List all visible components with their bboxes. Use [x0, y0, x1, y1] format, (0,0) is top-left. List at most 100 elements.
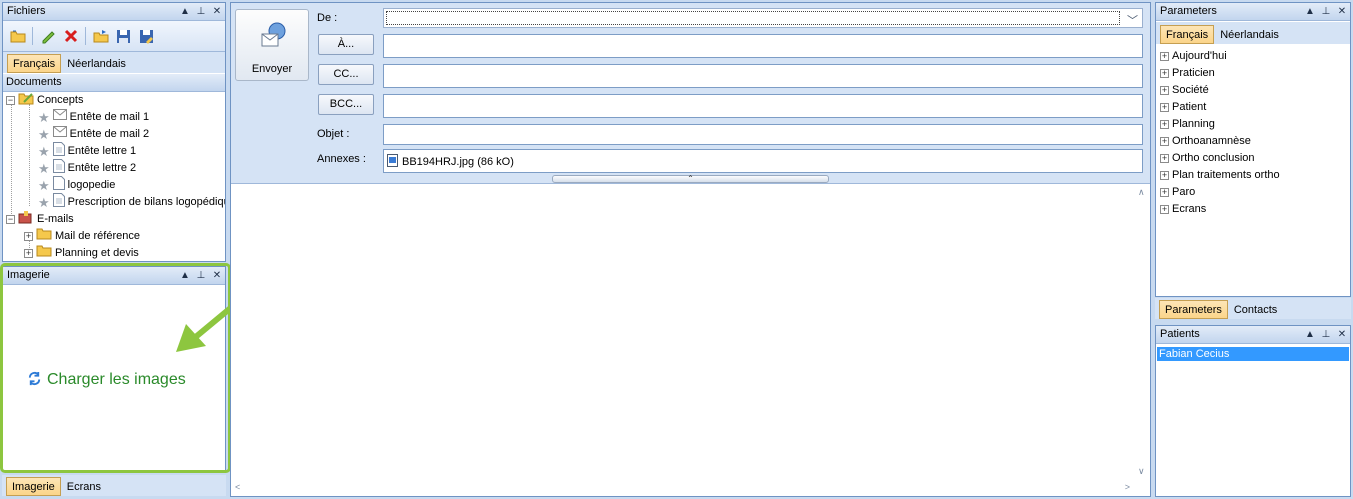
- bcc-button[interactable]: BCC...: [318, 94, 374, 115]
- expand-icon[interactable]: +: [1160, 171, 1169, 180]
- patient-name: Fabian Cecius: [1159, 348, 1230, 360]
- pin-icon[interactable]: ⊥: [196, 3, 206, 20]
- tab-ecrans[interactable]: Ecrans: [61, 477, 107, 496]
- param-node[interactable]: + Paro: [1160, 184, 1195, 201]
- expand-icon[interactable]: +: [1160, 137, 1169, 146]
- tree-label: Société: [1172, 84, 1209, 96]
- star-icon: ★: [38, 195, 50, 210]
- parameters-title: Parameters: [1160, 5, 1217, 17]
- documents-tree: − Concepts ★ Entête de mail 1 ★ Entête d…: [3, 92, 225, 261]
- param-node[interactable]: + Patient: [1160, 99, 1206, 116]
- collapse-icon[interactable]: −: [6, 96, 15, 105]
- tree-node-concepts[interactable]: − Concepts: [6, 92, 83, 109]
- document-icon: [52, 192, 65, 213]
- scroll-right-icon[interactable]: >: [1125, 482, 1130, 492]
- horizontal-scrollbar[interactable]: < >: [231, 480, 1134, 496]
- save-as-icon[interactable]: [138, 28, 155, 45]
- pin-icon[interactable]: ⊥: [1321, 326, 1331, 343]
- subject-field[interactable]: [383, 124, 1143, 145]
- param-node[interactable]: + Société: [1160, 82, 1209, 99]
- param-node[interactable]: + Praticien: [1160, 65, 1215, 82]
- tab-francais[interactable]: Français: [1160, 25, 1215, 44]
- expand-icon[interactable]: +: [1160, 188, 1169, 197]
- param-node[interactable]: + Ecrans: [1160, 201, 1206, 218]
- fichiers-panel: Fichiers ▲ ⊥ ✕ Français Néerlandais Docu…: [2, 2, 226, 262]
- expand-icon[interactable]: +: [1160, 120, 1169, 129]
- patient-row-selected[interactable]: Fabian Cecius: [1157, 347, 1349, 361]
- tab-imagerie[interactable]: Imagerie: [6, 477, 61, 496]
- expand-icon[interactable]: +: [1160, 86, 1169, 95]
- cc-field[interactable]: [383, 64, 1143, 88]
- tree-node-folder[interactable]: + Planning et devis: [24, 245, 139, 261]
- expand-icon[interactable]: +: [1160, 205, 1169, 214]
- subject-label: Objet :: [317, 128, 350, 140]
- bcc-field[interactable]: [383, 94, 1143, 118]
- close-icon[interactable]: ✕: [212, 3, 222, 20]
- tree-node-emails[interactable]: − E-mails: [6, 210, 74, 228]
- parameters-bottom-tabs: Parameters Contacts: [1155, 298, 1351, 319]
- collapse-icon[interactable]: −: [6, 215, 15, 224]
- attachment-item[interactable]: BB194HRJ.jpg (86 kO): [387, 154, 514, 170]
- open-icon[interactable]: [92, 28, 109, 45]
- collapse-up-icon[interactable]: ⌃: [687, 174, 694, 183]
- tree-item[interactable]: ★ logopedie: [38, 175, 115, 194]
- tree-label: Ecrans: [1172, 203, 1207, 215]
- tab-francais[interactable]: Français: [7, 54, 62, 73]
- close-icon[interactable]: ✕: [1337, 326, 1347, 343]
- expand-icon[interactable]: +: [24, 249, 33, 258]
- tab-neerlandais[interactable]: Néerlandais: [1214, 25, 1285, 44]
- folder-icon: [36, 244, 52, 261]
- tree-item[interactable]: ★ Entête de mail 1: [38, 109, 149, 126]
- send-button[interactable]: Envoyer: [235, 9, 309, 81]
- tree-label: Entête de mail 1: [69, 111, 150, 123]
- dropdown-icon[interactable]: ▲: [1305, 326, 1315, 343]
- param-node[interactable]: + Ortho conclusion: [1160, 150, 1255, 167]
- tab-parameters[interactable]: Parameters: [1159, 300, 1228, 319]
- expand-icon[interactable]: +: [1160, 69, 1169, 78]
- tab-contacts[interactable]: Contacts: [1228, 300, 1283, 319]
- parameters-header: Parameters ▲ ⊥ ✕: [1156, 3, 1350, 21]
- param-node[interactable]: + Aujourd'hui: [1160, 48, 1227, 65]
- dropdown-icon[interactable]: ▲: [1305, 3, 1315, 20]
- email-body-editor[interactable]: ∧ ∨ < >: [231, 183, 1150, 496]
- param-node[interactable]: + Planning: [1160, 116, 1215, 133]
- cc-button[interactable]: CC...: [318, 64, 374, 85]
- delete-icon[interactable]: [62, 28, 79, 45]
- param-node[interactable]: + Orthoanamnèse: [1160, 133, 1251, 150]
- tree-label: Entête lettre 1: [67, 145, 137, 157]
- patients-panel: Patients ▲ ⊥ ✕ Fabian Cecius: [1155, 325, 1351, 497]
- dropdown-icon[interactable]: ▲: [180, 3, 190, 20]
- folder-open-icon[interactable]: [9, 28, 26, 45]
- save-icon[interactable]: [115, 28, 132, 45]
- scroll-down-icon[interactable]: ∨: [1138, 466, 1145, 477]
- to-field[interactable]: [383, 34, 1143, 58]
- edit-icon[interactable]: [39, 28, 56, 45]
- attachments-field[interactable]: BB194HRJ.jpg (86 kO): [383, 149, 1143, 173]
- expand-icon[interactable]: +: [1160, 52, 1169, 61]
- tree-item[interactable]: ★ Prescription de bilans logopédique: [38, 192, 225, 213]
- tree-item[interactable]: ★ Entête lettre 1: [38, 141, 137, 160]
- param-node[interactable]: + Plan traitements ortho: [1160, 167, 1280, 184]
- scroll-up-icon[interactable]: ∧: [1138, 187, 1145, 198]
- from-select[interactable]: ﹀: [383, 8, 1143, 28]
- tree-node-folder[interactable]: + Mail de référence: [24, 228, 140, 245]
- chevron-down-icon[interactable]: ﹀: [1127, 12, 1138, 28]
- expand-icon[interactable]: +: [1160, 154, 1169, 163]
- focus-rect: [386, 11, 1120, 25]
- expand-icon[interactable]: +: [1160, 103, 1169, 112]
- tree-item[interactable]: ★ Entête de mail 2: [38, 126, 149, 143]
- toolbar-separator: [85, 27, 86, 45]
- fichiers-tabs: Français Néerlandais: [3, 52, 225, 73]
- fichiers-title: Fichiers: [7, 5, 46, 17]
- fichiers-header: Fichiers ▲ ⊥ ✕: [3, 3, 225, 21]
- pin-icon[interactable]: ⊥: [1321, 3, 1331, 20]
- tree-item[interactable]: ★ Entête lettre 2: [38, 158, 136, 177]
- tab-neerlandais[interactable]: Néerlandais: [61, 54, 132, 73]
- vertical-scrollbar[interactable]: ∧ ∨: [1134, 184, 1150, 480]
- to-button[interactable]: À...: [318, 34, 374, 55]
- splitter-handle[interactable]: ⌃: [552, 175, 829, 183]
- close-icon[interactable]: ✕: [1337, 3, 1347, 20]
- tree-label: Orthoanamnèse: [1172, 135, 1251, 147]
- expand-icon[interactable]: +: [24, 232, 33, 241]
- scroll-left-icon[interactable]: <: [235, 482, 240, 492]
